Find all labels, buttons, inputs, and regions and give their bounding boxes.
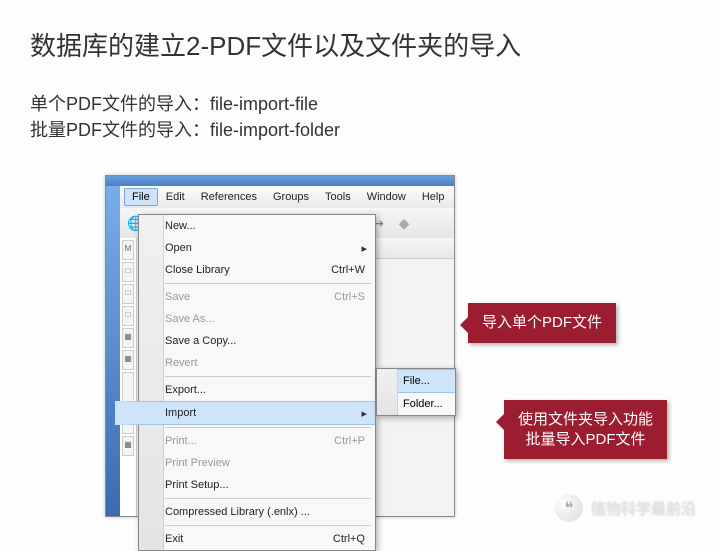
callout2-line2: 批量导入PDF文件 (518, 430, 653, 450)
menu-file[interactable]: File (124, 188, 158, 206)
tag-icon[interactable]: ◆ (394, 213, 414, 233)
menu-item-print: Print...Ctrl+P (115, 430, 375, 452)
callout-folder-import: 使用文件夹导入功能 批量导入PDF文件 (504, 400, 667, 459)
menu-help[interactable]: Help (414, 188, 453, 206)
menu-item-new[interactable]: New... (115, 215, 375, 237)
file-menu-dropdown: New... Open Close LibraryCtrl+W SaveCtrl… (138, 214, 376, 551)
menu-references[interactable]: References (193, 188, 265, 206)
menu-groups[interactable]: Groups (265, 188, 317, 206)
menu-item-save-as: Save As... (115, 308, 375, 330)
menu-item-import[interactable]: Import (115, 401, 375, 425)
import-submenu: File... Folder... (376, 368, 456, 416)
menu-item-print-setup[interactable]: Print Setup... (115, 474, 375, 496)
subtitle-line-1: 单个PDF文件的导入：file-import-file (30, 90, 318, 116)
menu-item-print-preview: Print Preview (115, 452, 375, 474)
slide-title: 数据库的建立2-PDF文件以及文件夹的导入 (30, 26, 521, 63)
menu-window[interactable]: Window (359, 188, 414, 206)
menu-item-exit[interactable]: ExitCtrl+Q (115, 528, 375, 550)
watermark-text: 植物科学最前沿 (591, 498, 696, 519)
watermark: ❝ 植物科学最前沿 (555, 494, 696, 522)
callout2-line1: 使用文件夹导入功能 (518, 410, 653, 430)
menu-tools[interactable]: Tools (317, 188, 359, 206)
menu-item-save-copy[interactable]: Save a Copy... (115, 330, 375, 352)
menu-item-close-library[interactable]: Close LibraryCtrl+W (115, 259, 375, 281)
menubar: File Edit References Groups Tools Window… (120, 186, 454, 209)
subtitle-line-2: 批量PDF文件的导入：file-import-folder (30, 116, 340, 142)
menu-item-save: SaveCtrl+S (115, 286, 375, 308)
menu-item-export[interactable]: Export... (115, 379, 375, 401)
callout-single-pdf: 导入单个PDF文件 (468, 303, 616, 343)
menu-item-open[interactable]: Open (115, 237, 375, 259)
menu-edit[interactable]: Edit (158, 188, 193, 206)
submenu-icon-strip (377, 369, 398, 415)
wechat-icon: ❝ (555, 494, 583, 522)
menu-item-compressed[interactable]: Compressed Library (.enlx) ... (115, 501, 375, 523)
menu-item-revert: Revert (115, 352, 375, 374)
